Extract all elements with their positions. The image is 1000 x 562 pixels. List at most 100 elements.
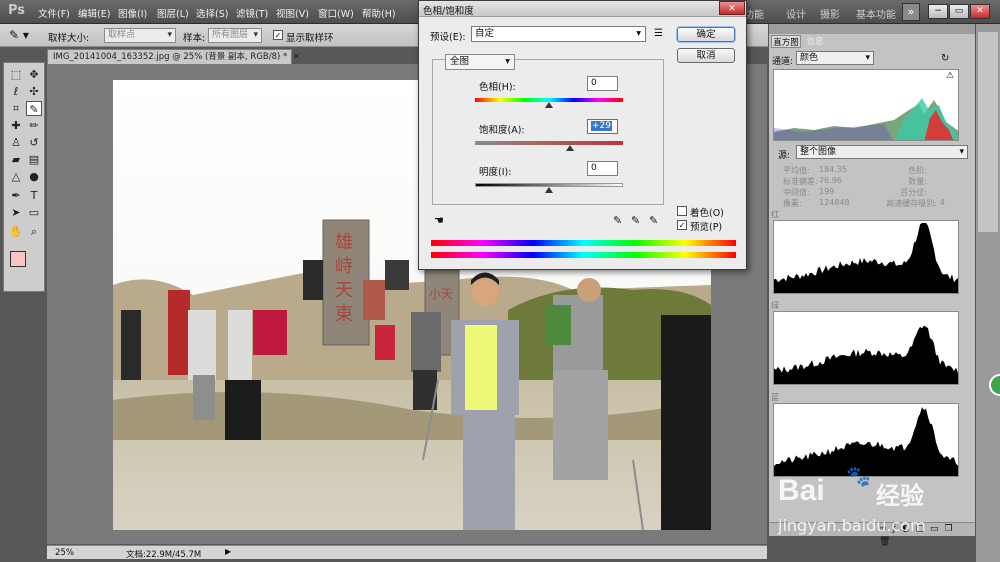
hand-tool-icon[interactable]: ✋ <box>8 224 24 239</box>
refresh-icon[interactable]: ↻ <box>941 53 949 64</box>
foreground-color-swatch[interactable] <box>10 251 26 267</box>
colorize-checkbox[interactable] <box>677 206 687 216</box>
lightness-input[interactable]: 0 <box>587 161 618 176</box>
marquee-tool-icon[interactable]: ⬚ <box>8 67 24 82</box>
panel-channel-select[interactable]: 颜色 ▾ <box>796 51 874 65</box>
stat-label: 高速缓存级别: <box>886 199 937 208</box>
menu-item[interactable]: 文件(F) <box>38 6 70 20</box>
lightness-slider-thumb[interactable] <box>545 187 553 193</box>
eraser-tool-icon[interactable]: ▰ <box>8 152 24 167</box>
cancel-button[interactable]: 取消 <box>677 48 735 63</box>
channel-label: 通道: <box>772 57 794 67</box>
document-info[interactable]: 文档:22.9M/45.7M <box>126 548 201 560</box>
maximize-button[interactable]: ▭ <box>949 4 969 19</box>
output-color-bar <box>431 252 736 258</box>
eyedropper-icon[interactable]: ✎ <box>613 214 622 227</box>
menu-item[interactable]: 帮助(H) <box>362 6 396 20</box>
chevron-down-icon: ▾ <box>505 56 510 67</box>
zoom-level[interactable]: 25% <box>55 548 74 558</box>
gradient-tool-icon[interactable]: ▤ <box>26 152 42 167</box>
ok-button[interactable]: 确定 <box>677 27 735 42</box>
chevron-down-icon: ▾ <box>865 53 870 63</box>
sample-size-select[interactable]: 取样点 <box>104 28 176 43</box>
crop-tool-icon[interactable]: ⌗ <box>8 101 24 116</box>
dialog-close-icon[interactable]: ✕ <box>719 1 745 15</box>
saturation-value: +29 <box>591 121 612 131</box>
workspace-item[interactable]: 设计 <box>786 6 806 21</box>
close-tab-icon[interactable]: ✕ <box>293 52 300 62</box>
document-tab[interactable]: IMG_20141004_163352.jpg @ 25% (背景 副本, RG… <box>47 49 300 64</box>
hue-slider-thumb[interactable] <box>545 102 553 108</box>
histogram-panel: 直方图 信息 通道: 颜色 ▾ ↻ ⚠ 源: 整个图像 ▾ 平均值: 184.35 标准… <box>768 24 975 547</box>
eyedropper-plus-icon[interactable]: ✎ <box>631 214 640 227</box>
menu-item[interactable]: 选择(S) <box>196 6 228 20</box>
type-tool-icon[interactable]: T <box>26 188 42 203</box>
show-ring-label: 显示取样环 <box>286 33 334 44</box>
healing-tool-icon[interactable]: ✚ <box>8 118 24 133</box>
tab-histogram[interactable]: 直方图 <box>771 35 801 48</box>
workspace-item[interactable]: 基本功能 <box>856 6 896 21</box>
eyedropper-minus-icon[interactable]: ✎ <box>649 214 658 227</box>
preset-select[interactable]: 自定 ▾ <box>471 26 646 42</box>
saturation-slider-thumb[interactable] <box>566 145 575 151</box>
hue-input[interactable]: 0 <box>587 76 618 91</box>
stat-label: 像素: <box>783 199 802 208</box>
menu-item[interactable]: 图层(L) <box>157 6 189 20</box>
targeted-adjustment-icon[interactable]: ☚ <box>434 214 444 227</box>
source-select[interactable]: 整个图像 ▾ <box>796 145 968 159</box>
chevron-down-icon: ▾ <box>636 28 641 39</box>
stat-label: 标准偏差: <box>783 177 818 186</box>
path-select-tool-icon[interactable]: ➤ <box>8 205 24 220</box>
menu-item[interactable]: 视图(V) <box>276 6 309 20</box>
workspace-item[interactable]: 摄影 <box>820 6 840 21</box>
close-button[interactable]: ✕ <box>970 4 990 19</box>
sample-size-label: 取样大小: <box>48 33 90 44</box>
move-tool-icon[interactable]: ✥ <box>26 67 42 82</box>
panel-channel-value: 颜色 <box>800 53 819 63</box>
dialog-title: 色相/饱和度 <box>423 6 474 17</box>
zoom-tool-icon[interactable]: ⌕ <box>26 224 42 239</box>
brush-tool-icon[interactable]: ✏ <box>26 118 42 133</box>
history-brush-tool-icon[interactable]: ↺ <box>26 135 42 150</box>
stat-value: 199 <box>819 187 835 196</box>
saturation-slider-track[interactable] <box>475 141 623 145</box>
status-menu-arrow-icon[interactable]: ▶ <box>225 547 231 556</box>
quick-select-tool-icon[interactable]: ✣ <box>26 84 42 99</box>
collapsed-panel-strip[interactable] <box>978 32 998 232</box>
composite-histogram <box>773 69 959 141</box>
green-channel-label: 绿 <box>771 301 779 310</box>
stat-value: 184.35 <box>819 165 847 174</box>
watermark-url: jingyan.baidu.com <box>778 516 926 535</box>
tab-info[interactable]: 信息 <box>803 35 827 48</box>
floating-badge-icon[interactable] <box>989 374 1000 396</box>
stamp-tool-icon[interactable]: ♙ <box>8 135 24 150</box>
channel-select[interactable]: 全图 ▾ <box>445 54 515 70</box>
eyedropper-icon[interactable]: ✎ ▾ <box>9 28 37 43</box>
lasso-tool-icon[interactable]: ℓ <box>8 84 24 99</box>
menu-item[interactable]: 滤镜(T) <box>236 6 268 20</box>
stat-value: 4 <box>939 198 945 207</box>
warning-icon[interactable]: ⚠ <box>946 71 954 81</box>
dodge-tool-icon[interactable]: ● <box>26 169 42 184</box>
menu-item[interactable]: 图像(I) <box>118 6 147 20</box>
saturation-input[interactable]: +29 <box>587 119 618 134</box>
menu-item[interactable]: 窗口(W) <box>318 6 354 20</box>
minimize-button[interactable]: − <box>928 4 948 19</box>
red-channel-label: 红 <box>771 210 779 219</box>
stone-carving-text-2: 小天 <box>429 287 453 301</box>
workspace-more-button[interactable]: » <box>902 3 920 21</box>
preview-checkbox[interactable]: ✓ <box>677 220 687 230</box>
menu-item[interactable]: 编辑(E) <box>78 6 110 20</box>
pen-tool-icon[interactable]: ✒ <box>8 188 24 203</box>
blur-tool-icon[interactable]: △ <box>8 169 24 184</box>
eyedropper-tool-icon[interactable]: ✎ <box>26 101 42 116</box>
workspace-item[interactable]: 功能 <box>744 6 764 21</box>
preset-options-icon[interactable]: ☰ <box>654 28 663 39</box>
dialog-titlebar[interactable]: 色相/饱和度 ✕ <box>419 1 746 17</box>
preset-value: 自定 <box>475 28 495 39</box>
shape-tool-icon[interactable]: ▭ <box>26 205 42 220</box>
sample-layers-select[interactable]: 所有图层 <box>208 28 262 43</box>
channel-value: 全图 <box>450 56 470 67</box>
show-ring-checkbox[interactable]: ✓ <box>273 30 283 40</box>
green-histogram <box>773 311 959 385</box>
